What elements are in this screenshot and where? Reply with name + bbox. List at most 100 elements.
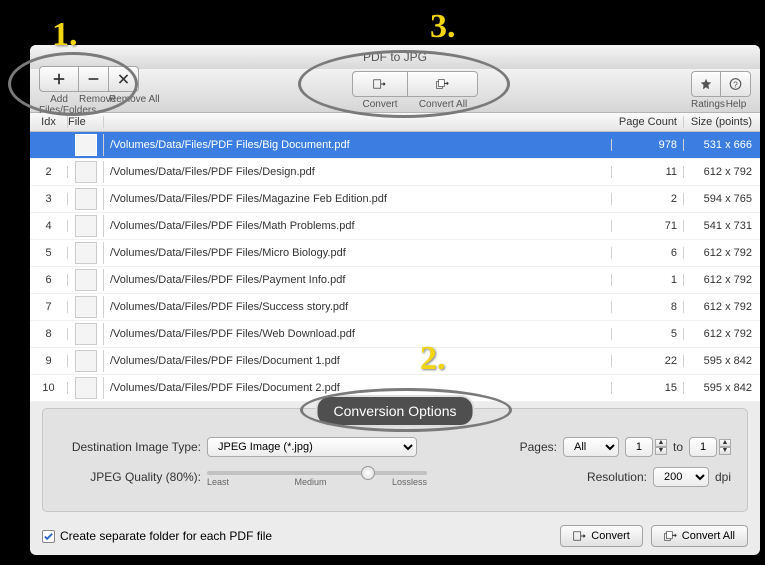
table-row[interactable]: 9/Volumes/Data/Files/PDF Files/Document … (30, 348, 760, 375)
row-size: 531 x 666 (684, 139, 760, 151)
conversion-options-panel: Conversion Options Destination Image Typ… (42, 408, 748, 512)
quality-label: JPEG Quality (80%): (59, 470, 201, 484)
row-pages: 1 (612, 274, 684, 286)
panel-title: Conversion Options (316, 395, 475, 427)
app-window: PDF to JPG Add Files/Folders Remove Remo… (30, 45, 760, 555)
footer-convert-all-button[interactable]: Convert All (651, 525, 748, 547)
row-path: /Volumes/Data/Files/PDF Files/Design.pdf (104, 166, 612, 178)
pages-to-input[interactable] (689, 437, 717, 457)
row-size: 612 x 792 (684, 166, 760, 178)
convert-all-icon (664, 530, 678, 542)
row-pages: 5 (612, 328, 684, 340)
resolution-select[interactable]: 200 (653, 467, 709, 487)
row-pages: 8 (612, 301, 684, 313)
row-size: 594 x 765 (684, 193, 760, 205)
row-thumbnail (68, 377, 104, 399)
down-arrow-icon[interactable]: ▼ (655, 447, 667, 455)
table-row[interactable]: /Volumes/Data/Files/PDF Files/Big Docume… (30, 132, 760, 159)
row-size: 595 x 842 (684, 355, 760, 367)
table-row[interactable]: 4/Volumes/Data/Files/PDF Files/Math Prob… (30, 213, 760, 240)
minus-icon (87, 72, 100, 86)
table-row[interactable]: 8/Volumes/Data/Files/PDF Files/Web Downl… (30, 321, 760, 348)
up-arrow-icon[interactable]: ▲ (719, 439, 731, 447)
row-index: 6 (30, 274, 68, 286)
row-index: 7 (30, 301, 68, 313)
resolution-unit: dpi (715, 470, 731, 484)
row-path: /Volumes/Data/Files/PDF Files/Document 2… (104, 382, 612, 394)
add-label: Add Files/Folders (39, 94, 79, 116)
dest-type-select[interactable]: JPEG Image (*.jpg) (207, 437, 417, 457)
separate-folder-label: Create separate folder for each PDF file (60, 529, 272, 543)
row-path: /Volumes/Data/Files/PDF Files/Success st… (104, 301, 612, 313)
toolbar: Add Files/Folders Remove Remove All Conv… (30, 69, 760, 113)
row-path: /Volumes/Data/Files/PDF Files/Document 1… (104, 355, 612, 367)
footer-convert-button[interactable]: Convert (560, 525, 643, 547)
col-size[interactable]: Size (points) (684, 116, 760, 128)
pages-to-stepper[interactable]: ▲▼ (689, 437, 731, 457)
convert-all-button[interactable] (408, 71, 478, 97)
slider-lossless: Lossless (392, 477, 427, 487)
pages-from-input[interactable] (625, 437, 653, 457)
row-index: 8 (30, 328, 68, 340)
slider-least: Least (207, 477, 229, 487)
row-pages: 22 (612, 355, 684, 367)
row-path: /Volumes/Data/Files/PDF Files/Big Docume… (104, 139, 612, 151)
row-thumbnail (68, 188, 104, 210)
table-row[interactable]: 6/Volumes/Data/Files/PDF Files/Payment I… (30, 267, 760, 294)
table-row[interactable]: 3/Volumes/Data/Files/PDF Files/Magazine … (30, 186, 760, 213)
row-thumbnail (68, 215, 104, 237)
slider-medium: Medium (295, 477, 327, 487)
row-thumbnail (68, 350, 104, 372)
table-row[interactable]: 2/Volumes/Data/Files/PDF Files/Design.pd… (30, 159, 760, 186)
ratings-button[interactable] (691, 71, 721, 97)
remove-all-button[interactable] (109, 66, 139, 92)
remove-button[interactable] (79, 66, 109, 92)
row-index: 5 (30, 247, 68, 259)
table-row[interactable]: 7/Volumes/Data/Files/PDF Files/Success s… (30, 294, 760, 321)
pages-select[interactable]: All (563, 437, 619, 457)
table-header: Idx File Page Count Size (points) (30, 113, 760, 132)
col-index[interactable]: Idx (30, 116, 68, 128)
svg-text:?: ? (733, 80, 738, 89)
help-button[interactable]: ? (721, 71, 751, 97)
remove-all-label: Remove All (109, 94, 139, 116)
quality-slider[interactable] (207, 471, 427, 475)
row-index: 3 (30, 193, 68, 205)
row-index: 4 (30, 220, 68, 232)
check-icon (43, 531, 54, 542)
table-row[interactable]: 5/Volumes/Data/Files/PDF Files/Micro Bio… (30, 240, 760, 267)
row-pages: 71 (612, 220, 684, 232)
ratings-label: Ratings (691, 99, 721, 110)
row-path: /Volumes/Data/Files/PDF Files/Math Probl… (104, 220, 612, 232)
add-files-button[interactable] (39, 66, 79, 92)
annotation-3: 3. (430, 8, 456, 46)
pages-label: Pages: (520, 440, 557, 454)
question-icon: ? (729, 77, 742, 91)
convert-icon (373, 77, 387, 91)
window-title: PDF to JPG (363, 50, 427, 64)
footer-convert-label: Convert (591, 530, 630, 542)
slider-knob[interactable] (361, 466, 375, 480)
pages-to-label: to (673, 440, 683, 454)
row-pages: 2 (612, 193, 684, 205)
col-file[interactable]: File (68, 116, 104, 128)
row-path: /Volumes/Data/Files/PDF Files/Magazine F… (104, 193, 612, 205)
col-pages[interactable]: Page Count (612, 116, 684, 128)
row-index: 2 (30, 166, 68, 178)
pages-from-stepper[interactable]: ▲▼ (625, 437, 667, 457)
separate-folder-checkbox[interactable] (42, 530, 55, 543)
row-size: 541 x 731 (684, 220, 760, 232)
row-thumbnail (68, 296, 104, 318)
row-size: 612 x 792 (684, 301, 760, 313)
convert-all-label: Convert All (408, 99, 478, 110)
row-pages: 11 (612, 166, 684, 178)
row-path: /Volumes/Data/Files/PDF Files/Micro Biol… (104, 247, 612, 259)
row-thumbnail (68, 161, 104, 183)
plus-icon (52, 72, 66, 86)
row-index: 9 (30, 355, 68, 367)
up-arrow-icon[interactable]: ▲ (655, 439, 667, 447)
convert-icon (573, 530, 587, 542)
row-thumbnail (68, 323, 104, 345)
convert-button[interactable] (352, 71, 408, 97)
down-arrow-icon[interactable]: ▼ (719, 447, 731, 455)
